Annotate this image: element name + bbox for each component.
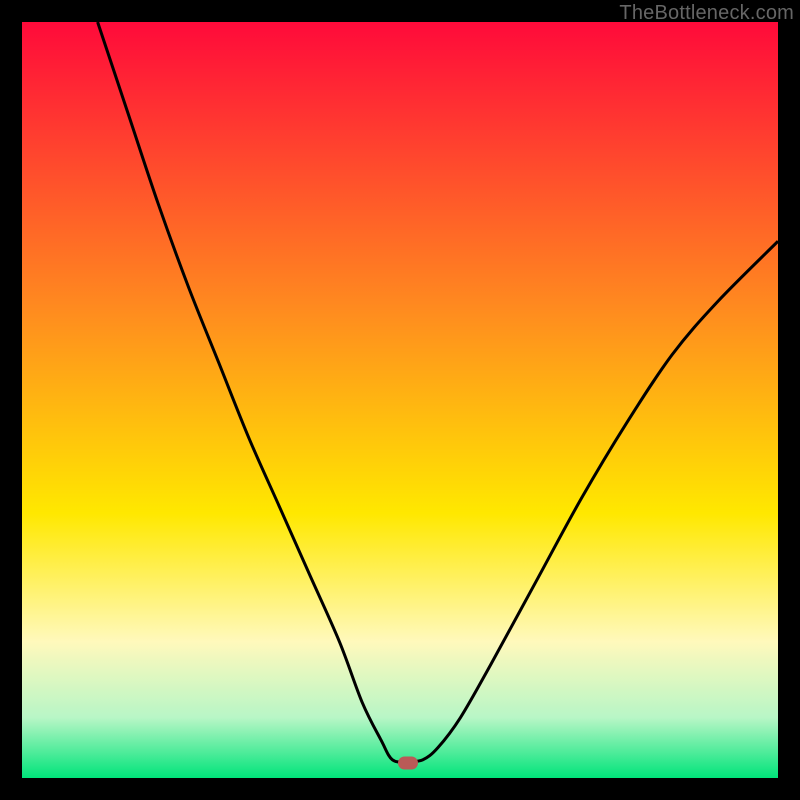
- plot-area: [22, 22, 778, 778]
- bottleneck-curve: [22, 22, 778, 778]
- chart-frame: TheBottleneck.com: [0, 0, 800, 800]
- attribution-text: TheBottleneck.com: [619, 2, 794, 25]
- optimum-marker: [398, 756, 418, 769]
